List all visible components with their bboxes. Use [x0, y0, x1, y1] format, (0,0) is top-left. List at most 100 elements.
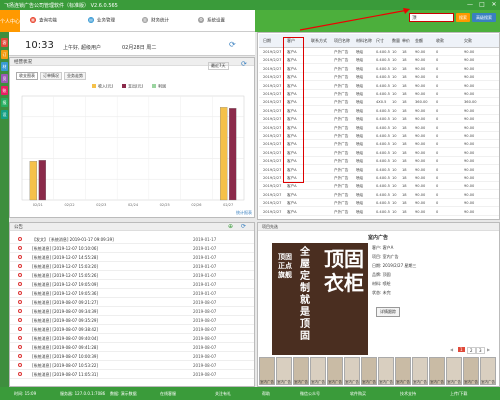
table-cell: 10: [392, 150, 397, 155]
table-cell: 0: [436, 108, 439, 113]
thumbnail[interactable]: 室内广告: [378, 357, 394, 385]
status-item[interactable]: 数据: 演示数据: [110, 391, 137, 397]
add-icon[interactable]: ⊕: [228, 223, 233, 230]
next-page-icon[interactable]: ▶: [487, 347, 490, 352]
column-header[interactable]: 单价: [402, 38, 410, 44]
thumbnail[interactable]: 室内广告: [412, 357, 428, 385]
side-tab-2[interactable]: 订: [1, 50, 8, 59]
thumbnail[interactable]: 室内广告: [344, 357, 360, 385]
range-select[interactable]: 最近7天: [208, 62, 229, 70]
report-link[interactable]: 统计报表: [236, 210, 252, 216]
table-row[interactable]: 2019/2/27 客户A 户外广告 喷绘 0.4X0.5 10 18 90.00 0 90.00: [259, 183, 499, 191]
thumbnail[interactable]: 室内广告: [327, 357, 343, 385]
refresh-icon[interactable]: ⟳: [241, 60, 247, 68]
table-cell: 90.00: [464, 66, 475, 71]
page-2[interactable]: 2: [467, 347, 476, 354]
thumbnail[interactable]: 室内广告: [276, 357, 292, 385]
list-item[interactable]: [系统消息] [2019-08-07 09:34:39] 2019-08-07: [10, 307, 254, 316]
nav-item-query[interactable]: ▦ 查询功能: [30, 17, 57, 26]
thumbnail[interactable]: 室内广告: [310, 357, 326, 385]
column-header[interactable]: 欠款: [464, 38, 472, 44]
page-1[interactable]: 1: [458, 347, 465, 352]
refresh-icon[interactable]: ⟳: [229, 40, 236, 49]
page-3[interactable]: 3: [476, 347, 485, 354]
thumbnail[interactable]: 室内广告: [446, 357, 462, 385]
side-tab-3[interactable]: 材: [1, 62, 8, 71]
thumbnail[interactable]: 室内广告: [395, 357, 411, 385]
alert-icon: [18, 255, 22, 259]
home-button[interactable]: 个人中心: [0, 10, 20, 32]
nav-item-business[interactable]: ▤ 业务管理: [88, 17, 115, 26]
prev-page-icon[interactable]: ◀: [450, 347, 453, 352]
status-item[interactable]: 微信公众号: [300, 391, 320, 397]
table-row[interactable]: 2019/2/27 客户A 户外广告 喷绘 0.4X0.5 10 18 90.00 0 90.00: [259, 200, 499, 208]
column-header[interactable]: 项目名称: [334, 38, 350, 44]
thumbnail[interactable]: 室内广告: [293, 357, 309, 385]
column-header[interactable]: 尺寸: [376, 38, 384, 44]
table-cell: 户外广告: [334, 100, 349, 105]
alert-icon: [18, 318, 22, 322]
alert-icon: [18, 237, 22, 241]
status-item[interactable]: 上传/下载: [450, 391, 467, 397]
side-tab-1[interactable]: 客: [1, 38, 8, 47]
nav-item-finance[interactable]: ▥ 财务统计: [142, 17, 169, 26]
status-item[interactable]: 帮助: [262, 391, 270, 397]
list-item[interactable]: [系统消息] [2019-08-07 09:40:04] 2019-08-07: [10, 334, 254, 343]
thumbnail[interactable]: 室内广告: [361, 357, 377, 385]
list-item[interactable]: [系统消息] [2019-08-07 09:38:42] 2019-08-07: [10, 325, 254, 334]
nav-item-settings[interactable]: ⚙ 系统设置: [198, 17, 225, 26]
column-header[interactable]: 材料名称: [356, 38, 372, 44]
table-cell: 户外广告: [334, 117, 349, 122]
list-item[interactable]: [系统消息] [2019-08-07 09:41:28] 2019-08-07: [10, 343, 254, 352]
list-item[interactable]: [系统消息] [2019-12-07 10:10:06] 2019-01-07: [10, 244, 254, 253]
table-cell: 10: [392, 209, 397, 214]
table-cell: 0.4X0.5: [376, 58, 390, 63]
status-item[interactable]: 在线客服: [160, 391, 176, 397]
side-tab-5[interactable]: 账: [1, 86, 8, 95]
detail-field: 日期: 2019/2/27 星期三: [372, 263, 416, 269]
status-item[interactable]: 服务器: 127.0.0.1:7086: [60, 391, 105, 397]
status-item[interactable]: 时间: 15:09: [14, 391, 36, 397]
table-row[interactable]: 2019/2/27 客户A 户外广告 喷绘 0.4X0.5 10 18 90.00 0 90.00: [259, 209, 499, 216]
thumbnail[interactable]: 室内广告: [429, 357, 445, 385]
list-item[interactable]: [系统消息] [2019-08-07 10:53:22] 2019-08-07: [10, 361, 254, 370]
column-header[interactable]: 数量: [392, 38, 400, 44]
table-cell: 0: [436, 184, 439, 189]
column-header[interactable]: 日期: [263, 38, 271, 44]
side-tab-4[interactable]: 员: [1, 74, 8, 83]
detail-field: 材料: 喷绘: [372, 281, 391, 287]
table-cell: 10: [392, 159, 397, 164]
refresh-icon[interactable]: ⟳: [241, 223, 246, 230]
list-item[interactable]: [系统消息] [2019-12-07 14:55:28] 2019-01-07: [10, 253, 254, 262]
list-item[interactable]: [系统消息] [2019-08-07 10:00:39] 2019-08-07: [10, 352, 254, 361]
column-header[interactable]: 联系方式: [311, 38, 327, 44]
list-item[interactable]: [系统消息] [2019-12-07 19:05:36] 2019-01-07: [10, 289, 254, 298]
list-item[interactable]: [系统消息] [2019-12-07 15:03:20] 2019-01-07: [10, 262, 254, 271]
alert-icon: [18, 327, 22, 331]
list-item[interactable]: [系统消息] [2019-12-07 15:05:26] 2019-01-07: [10, 271, 254, 280]
clock-time: 10:33: [25, 40, 54, 51]
list-item[interactable]: [系统消息] [2019-12-07 19:05:09] 2019-01-07: [10, 280, 254, 289]
status-item[interactable]: 技术支持: [400, 391, 416, 397]
side-tab-6[interactable]: 报: [1, 98, 8, 107]
thumbnail[interactable]: 室内广告: [259, 357, 275, 385]
list-item[interactable]: [系统消息] [2019-08-07 09:35:29] 2019-08-07: [10, 316, 254, 325]
list-item[interactable]: [系统消息] [2019-08-07 11:05:31] 2019-08-07: [10, 370, 254, 379]
column-header[interactable]: 金额: [415, 38, 423, 44]
table-cell: 90.00: [464, 201, 475, 206]
list-item[interactable]: [系统消息] [2019-08-07 09:21:27] 2019-08-07: [10, 298, 254, 307]
table-cell: 90.00: [464, 184, 475, 189]
list-item[interactable]: 【发文】 [系统消息] 2019-01-17 09:09:39] 2019-01-…: [10, 235, 254, 244]
detail-field: 项目: 室内广告: [372, 254, 399, 260]
table-cell: 0: [436, 134, 439, 138]
thumbnail[interactable]: 室内广告: [480, 357, 496, 385]
status-item[interactable]: 软件购买: [350, 391, 366, 397]
track-button[interactable]: 详情跟踪: [376, 307, 400, 317]
table-row[interactable]: 2019/2/27 客户A 户外广告 喷绘 0.4X0.5 10 18 90.00 0 90.00: [259, 192, 499, 199]
gear-icon: ⚙: [198, 17, 204, 23]
column-header[interactable]: 收款: [436, 38, 444, 44]
thumbnail[interactable]: 室内广告: [463, 357, 479, 385]
table-cell: 90.00: [415, 184, 426, 189]
status-item[interactable]: 关注有礼: [215, 391, 231, 397]
side-tab-7[interactable]: 设: [1, 110, 8, 119]
